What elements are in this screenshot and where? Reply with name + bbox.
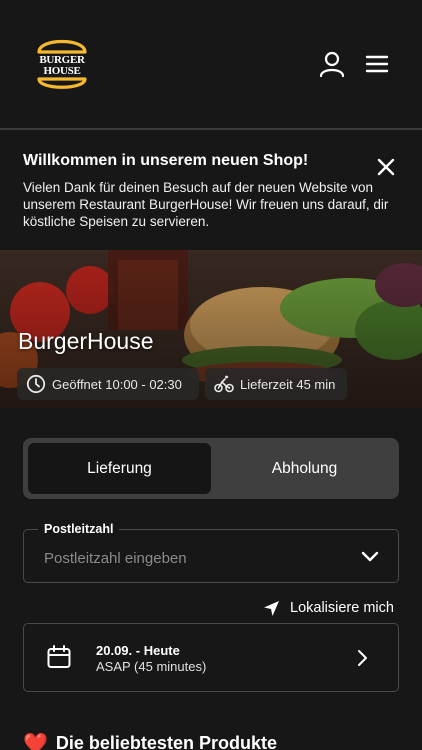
opening-hours-text: Geöffnet 10:00 - 02:30 xyxy=(52,376,182,392)
postcode-select[interactable] xyxy=(23,529,399,583)
delivery-time-text: Lieferzeit 45 min xyxy=(240,376,336,392)
pickup-tab[interactable]: Abholung xyxy=(213,443,396,494)
locate-me-button[interactable]: Lokalisiere mich xyxy=(263,598,394,618)
chevron-down-icon[interactable] xyxy=(360,548,380,566)
clock-icon xyxy=(26,374,46,394)
opening-hours-badge: Geöffnet 10:00 - 02:30 xyxy=(17,368,199,400)
selected-date: 20.09. - Heute xyxy=(96,643,180,658)
popular-products-heading: ❤️ Die beliebtesten Produkte xyxy=(23,731,277,750)
order-mode-toggle: Lieferung Abholung xyxy=(23,438,399,499)
notice-title: Willkommen in unserem neuen Shop! xyxy=(23,152,309,169)
close-icon xyxy=(377,158,395,176)
delivery-tab[interactable]: Lieferung xyxy=(28,443,211,494)
location-arrow-icon xyxy=(264,600,279,616)
hamburger-menu-icon xyxy=(365,55,389,73)
logo-wordmark: BURGER HOUSE xyxy=(39,54,85,77)
selected-time: ASAP (45 minutes) xyxy=(96,659,207,674)
app-header: BURGER HOUSE xyxy=(0,0,422,128)
welcome-notice: Willkommen in unserem neuen Shop! Vielen… xyxy=(0,130,422,250)
locate-me-label: Lokalisiere mich xyxy=(290,600,394,616)
delivery-time-badge: Lieferzeit 45 min xyxy=(205,368,347,400)
chevron-right-icon xyxy=(358,650,367,666)
delivery-time-selector[interactable]: 20.09. - Heute ASAP (45 minutes) xyxy=(23,623,399,692)
restaurant-name: BurgerHouse xyxy=(18,328,154,354)
calendar-icon xyxy=(47,645,71,668)
account-button[interactable] xyxy=(318,50,346,78)
bicycle-icon xyxy=(214,375,234,393)
restaurant-hero-banner: BurgerHouse Geöffnet 10:00 - 02:30 Liefe… xyxy=(0,250,422,408)
notice-body: Vielen Dank für deinen Besuch auf der ne… xyxy=(23,180,389,229)
burgerhouse-logo[interactable]: BURGER HOUSE xyxy=(34,34,90,94)
popular-products-title: Die beliebtesten Produkte xyxy=(55,733,277,750)
heart-icon: ❤️ xyxy=(23,733,48,750)
close-notice-button[interactable] xyxy=(374,155,398,179)
postcode-label: Postleitzahl xyxy=(38,522,120,536)
postcode-input[interactable] xyxy=(44,550,344,567)
user-icon xyxy=(319,51,345,78)
menu-button[interactable] xyxy=(363,50,391,78)
